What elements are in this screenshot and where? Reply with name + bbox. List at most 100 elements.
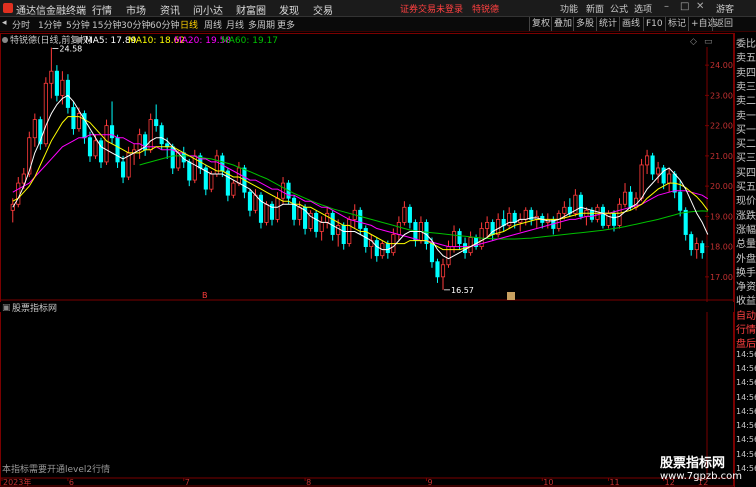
- chart-collapse-icon[interactable]: ◇: [690, 37, 697, 47]
- y-tick-label: 21.00: [710, 152, 733, 161]
- menu-item-wealth[interactable]: 财富圈: [236, 2, 266, 17]
- period-tab-weekly[interactable]: 周线: [204, 18, 222, 31]
- candle: [407, 204, 412, 229]
- side-panel-item: 自动: [736, 310, 756, 322]
- candle: [479, 222, 484, 250]
- draw-line-button[interactable]: 画线: [619, 17, 642, 31]
- period-tab-15min[interactable]: 15分钟: [92, 18, 121, 31]
- candle: [369, 234, 374, 259]
- menu-item-ask[interactable]: 问小达: [193, 2, 223, 17]
- side-panel-item: 14:56: [736, 406, 756, 416]
- toolbar-left-arrow-icon[interactable]: ◂: [2, 18, 7, 28]
- menu-item-trade[interactable]: 交易: [313, 2, 333, 17]
- candle-body-down: [374, 240, 379, 257]
- period-tab-1min[interactable]: 1分钟: [38, 18, 62, 31]
- buy-marker[interactable]: B: [202, 291, 208, 300]
- y-tick-label: 22.00: [710, 122, 733, 131]
- candle-body-up: [60, 79, 65, 96]
- period-tab-daily[interactable]: 日线: [180, 18, 198, 31]
- candle-body-down: [121, 161, 126, 178]
- side-panel-item: 涨幅: [736, 224, 756, 236]
- candle-body-down: [154, 119, 159, 127]
- candle: [413, 219, 418, 247]
- overlay-button[interactable]: 叠加: [551, 17, 574, 31]
- candle: [253, 189, 258, 214]
- ma60-line: [139, 155, 708, 240]
- statistics-button[interactable]: 统计: [596, 17, 619, 31]
- menu-item-new-layout[interactable]: 新面: [586, 2, 604, 15]
- candle: [700, 240, 705, 259]
- candle: [352, 204, 357, 229]
- candle-body-down: [683, 209, 688, 235]
- menu-item-market[interactable]: 市场: [126, 2, 146, 17]
- kline-chart-area[interactable]: 特锐德(日线,前复权) MA5: 17.89 MA10: 18.62 MA20:…: [0, 33, 734, 487]
- candle-body-up: [148, 119, 153, 151]
- candle: [198, 152, 203, 175]
- side-panel-item: 14:56: [736, 421, 756, 431]
- kline-chart[interactable]: 特锐德(日线,前复权) MA5: 17.89 MA10: 18.62 MA20:…: [0, 33, 734, 487]
- candle-body-up: [264, 203, 269, 223]
- side-panel-item: 卖一: [736, 110, 756, 122]
- multi-stock-button[interactable]: 多股: [573, 17, 596, 31]
- indicator-settings-icon[interactable]: [76, 37, 82, 43]
- menu-item-news[interactable]: 资讯: [160, 2, 180, 17]
- watermark-title: 股票指标网: [660, 456, 726, 471]
- menu-bar: 通达信金融终端 行情 市场 资讯 问小达 财富圈 发现 交易 证券交易未登录 特…: [0, 0, 756, 17]
- candle: [54, 65, 59, 102]
- minimize-icon[interactable]: –: [664, 1, 669, 12]
- period-tab-more[interactable]: 更多: [277, 18, 295, 31]
- back-button[interactable]: 返回: [712, 17, 735, 31]
- event-marker-icon[interactable]: [507, 292, 515, 300]
- user-label[interactable]: 游客: [716, 2, 734, 15]
- candle-body-down: [435, 261, 440, 278]
- candle: [38, 116, 43, 150]
- chart-expand-icon[interactable]: ▭: [704, 37, 713, 47]
- candle-body-down: [457, 231, 462, 244]
- lower-panel-title: 股票指标网: [12, 302, 57, 314]
- candle: [363, 225, 368, 253]
- candle-body-up: [606, 212, 611, 226]
- mark-button[interactable]: 标记: [665, 17, 688, 31]
- candle-body-up: [319, 222, 324, 232]
- candle-body-up: [32, 119, 37, 139]
- side-panel-item: 涨跌: [736, 210, 756, 222]
- min-price-label: 16.57: [451, 286, 474, 295]
- candle-body-up: [656, 167, 661, 175]
- ma5-line: [12, 94, 709, 260]
- x-tick-label: 10: [543, 478, 553, 487]
- f10-button[interactable]: F10: [643, 17, 665, 31]
- period-tab-60min[interactable]: 60分钟: [150, 18, 179, 31]
- menu-item-function[interactable]: 功能: [560, 2, 578, 15]
- menu-item-discover[interactable]: 发现: [279, 2, 299, 17]
- close-icon[interactable]: ✕: [696, 1, 704, 12]
- chart-frame: [0, 33, 734, 487]
- candle: [143, 131, 148, 156]
- settings-dot-icon[interactable]: [2, 37, 8, 43]
- adjust-button[interactable]: 复权: [529, 17, 552, 31]
- candle-body-up: [209, 173, 214, 190]
- candle: [132, 143, 137, 165]
- moving-averages: [12, 94, 709, 260]
- candle-body-up: [694, 243, 699, 251]
- candle-body-down: [407, 206, 412, 223]
- login-notice[interactable]: 证券交易未登录: [400, 2, 463, 15]
- candle-body-down: [115, 137, 120, 163]
- menu-item-quotes[interactable]: 行情: [92, 2, 112, 17]
- candle-body-down: [54, 70, 59, 96]
- candle: [656, 161, 661, 184]
- menu-item-options[interactable]: 选项: [634, 2, 652, 15]
- side-panel-item: 14:56: [736, 349, 756, 359]
- candle: [303, 204, 308, 235]
- watermark: 股票指标网 www.7gpzb.com: [660, 452, 750, 482]
- menu-item-formula[interactable]: 公式: [610, 2, 628, 15]
- side-panel-item: 现价: [736, 196, 756, 208]
- candle-body-up: [562, 206, 567, 214]
- lower-panel-settings-icon[interactable]: ▣: [2, 303, 11, 313]
- period-tab-5min[interactable]: 5分钟: [66, 18, 90, 31]
- maximize-icon[interactable]: □: [680, 1, 689, 12]
- period-tab-30min[interactable]: 30分钟: [121, 18, 150, 31]
- period-tab-multi[interactable]: 多周期: [248, 18, 275, 31]
- period-tab-intraday[interactable]: 分时: [12, 18, 30, 31]
- candle: [556, 210, 561, 232]
- period-tab-monthly[interactable]: 月线: [226, 18, 244, 31]
